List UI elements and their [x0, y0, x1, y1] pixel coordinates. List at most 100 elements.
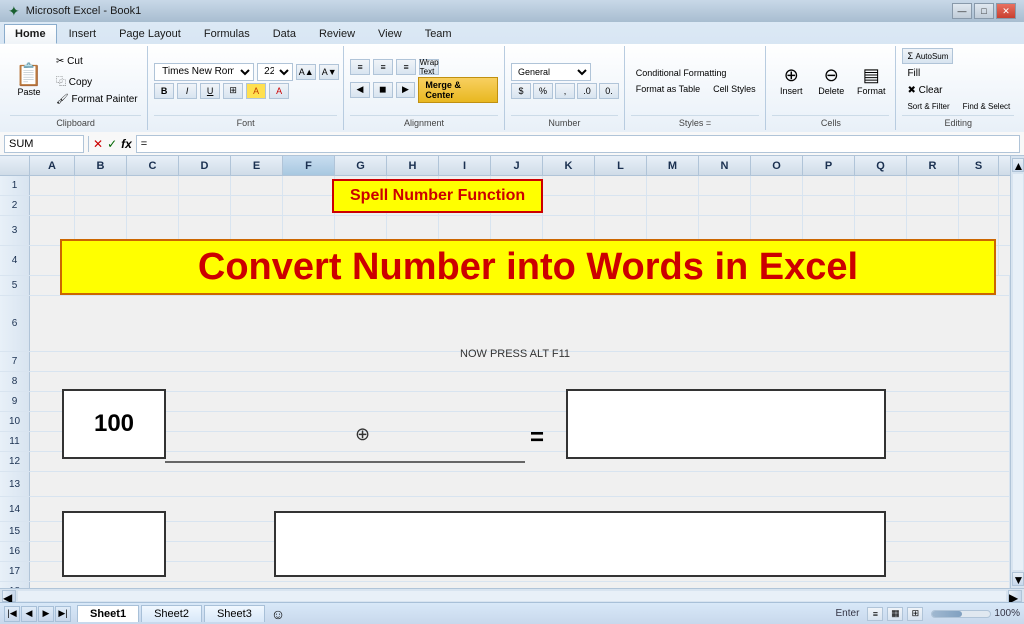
sheet-prev-button[interactable]: ◀ [21, 606, 37, 622]
font-color-button[interactable]: A [269, 83, 289, 99]
cell-n1[interactable] [699, 176, 751, 195]
align-right-button[interactable]: ▶ [396, 82, 416, 98]
sort-filter-button[interactable]: Sort & Filter [902, 100, 954, 113]
col-header-m[interactable]: M [647, 156, 699, 175]
align-top-center-button[interactable]: ≡ [373, 59, 393, 75]
delete-button[interactable]: ⊖ Delete [812, 62, 850, 99]
wrap-text-button[interactable]: Wrap Text [419, 59, 439, 75]
cell-b1[interactable] [75, 176, 127, 195]
zoom-slider[interactable] [931, 610, 991, 618]
paste-button[interactable]: 📋 Paste [10, 61, 48, 100]
bold-button[interactable]: B [154, 83, 174, 99]
cell-k2[interactable] [543, 196, 595, 215]
cell-c2[interactable] [127, 196, 179, 215]
cell-k1[interactable] [543, 176, 595, 195]
cancel-formula-icon[interactable]: ✕ [93, 137, 103, 151]
italic-button[interactable]: I [177, 83, 197, 99]
page-layout-view-button[interactable]: ▦ [887, 607, 903, 621]
col-header-j[interactable]: J [491, 156, 543, 175]
tab-data[interactable]: Data [262, 24, 307, 44]
col-header-k[interactable]: K [543, 156, 595, 175]
cut-button[interactable]: ✂ Cut [51, 54, 143, 69]
tab-home[interactable]: Home [4, 24, 57, 44]
copy-button[interactable]: ⿻ Copy [51, 71, 143, 90]
col-header-h[interactable]: H [387, 156, 439, 175]
result-box[interactable] [566, 389, 886, 459]
scroll-left-button[interactable]: ◀ [2, 590, 16, 602]
col-header-i[interactable]: I [439, 156, 491, 175]
tab-insert[interactable]: Insert [58, 24, 108, 44]
increase-font-button[interactable]: A▲ [296, 64, 316, 80]
col-header-n[interactable]: N [699, 156, 751, 175]
col-header-b[interactable]: B [75, 156, 127, 175]
col-header-r[interactable]: R [907, 156, 959, 175]
cell-p2[interactable] [803, 196, 855, 215]
cell-b2[interactable] [75, 196, 127, 215]
col-header-q[interactable]: Q [855, 156, 907, 175]
cell-r2[interactable] [907, 196, 959, 215]
col-header-c[interactable]: C [127, 156, 179, 175]
cell-n2[interactable] [699, 196, 751, 215]
sheet-first-button[interactable]: |◀ [4, 606, 20, 622]
cell-d2[interactable] [179, 196, 231, 215]
close-button[interactable]: ✕ [996, 3, 1016, 19]
scroll-right-button[interactable]: ▶ [1008, 590, 1022, 602]
col-header-a[interactable]: A [30, 156, 75, 175]
insert-button[interactable]: ⊕ Insert [772, 62, 810, 99]
cell-s2[interactable] [959, 196, 999, 215]
font-name-selector[interactable]: Times New Rom [154, 63, 254, 81]
align-top-left-button[interactable]: ≡ [350, 59, 370, 75]
cell-m2[interactable] [647, 196, 699, 215]
cell-d1[interactable] [179, 176, 231, 195]
cell-r1[interactable] [907, 176, 959, 195]
align-center-button[interactable]: ◼ [373, 82, 393, 98]
cell-m1[interactable] [647, 176, 699, 195]
col-header-d[interactable]: D [179, 156, 231, 175]
vertical-scrollbar[interactable]: ▲ ▼ [1010, 156, 1024, 588]
cell-f2[interactable] [283, 196, 335, 215]
sheet-tab-1[interactable]: Sheet1 [77, 605, 139, 622]
cell-a2[interactable] [30, 196, 75, 215]
percent-button[interactable]: % [533, 83, 553, 99]
tab-view[interactable]: View [367, 24, 413, 44]
tab-page-layout[interactable]: Page Layout [108, 24, 192, 44]
lower-left-box[interactable] [62, 511, 166, 577]
font-size-selector[interactable]: 22 [257, 63, 293, 81]
sheet-tab-2[interactable]: Sheet2 [141, 605, 202, 622]
align-left-button[interactable]: ◀ [350, 82, 370, 98]
col-header-p[interactable]: P [803, 156, 855, 175]
cell-rest-6[interactable] [30, 296, 1010, 351]
page-break-view-button[interactable]: ⊞ [907, 607, 923, 621]
cell-rest-13[interactable] [30, 472, 1010, 496]
currency-button[interactable]: $ [511, 83, 531, 99]
col-header-g[interactable]: G [335, 156, 387, 175]
sheet-last-button[interactable]: ▶| [55, 606, 71, 622]
col-header-e[interactable]: E [231, 156, 283, 175]
cell-l1[interactable] [595, 176, 647, 195]
scroll-down-button[interactable]: ▼ [1012, 572, 1024, 586]
fill-button[interactable]: Fill [902, 66, 925, 81]
col-header-s[interactable]: S [959, 156, 999, 175]
cell-p1[interactable] [803, 176, 855, 195]
decrease-font-button[interactable]: A▼ [319, 64, 339, 80]
confirm-formula-icon[interactable]: ✓ [107, 137, 117, 151]
format-button[interactable]: ▤ Format [852, 62, 890, 99]
tab-team[interactable]: Team [414, 24, 463, 44]
cell-rest-18[interactable] [30, 582, 1010, 588]
normal-view-button[interactable]: ≡ [867, 607, 883, 621]
formula-input[interactable] [136, 135, 1020, 153]
merge-center-button[interactable]: Merge & Center [418, 77, 498, 103]
cell-q2[interactable] [855, 196, 907, 215]
horizontal-scrollbar[interactable]: ◀ ▶ [0, 588, 1024, 602]
find-select-button[interactable]: Find & Select [958, 100, 1016, 113]
tab-formulas[interactable]: Formulas [193, 24, 261, 44]
cell-o1[interactable] [751, 176, 803, 195]
cell-s1[interactable] [959, 176, 999, 195]
window-controls[interactable]: — □ ✕ [952, 3, 1016, 19]
col-header-f[interactable]: F [283, 156, 335, 175]
format-painter-button[interactable]: 🖌 Format Painter [51, 92, 143, 107]
fill-color-button[interactable]: A [246, 83, 266, 99]
col-header-o[interactable]: O [751, 156, 803, 175]
decrease-decimal-button[interactable]: 0. [599, 83, 619, 99]
conditional-formatting-button[interactable]: Conditional Formatting [631, 66, 732, 80]
